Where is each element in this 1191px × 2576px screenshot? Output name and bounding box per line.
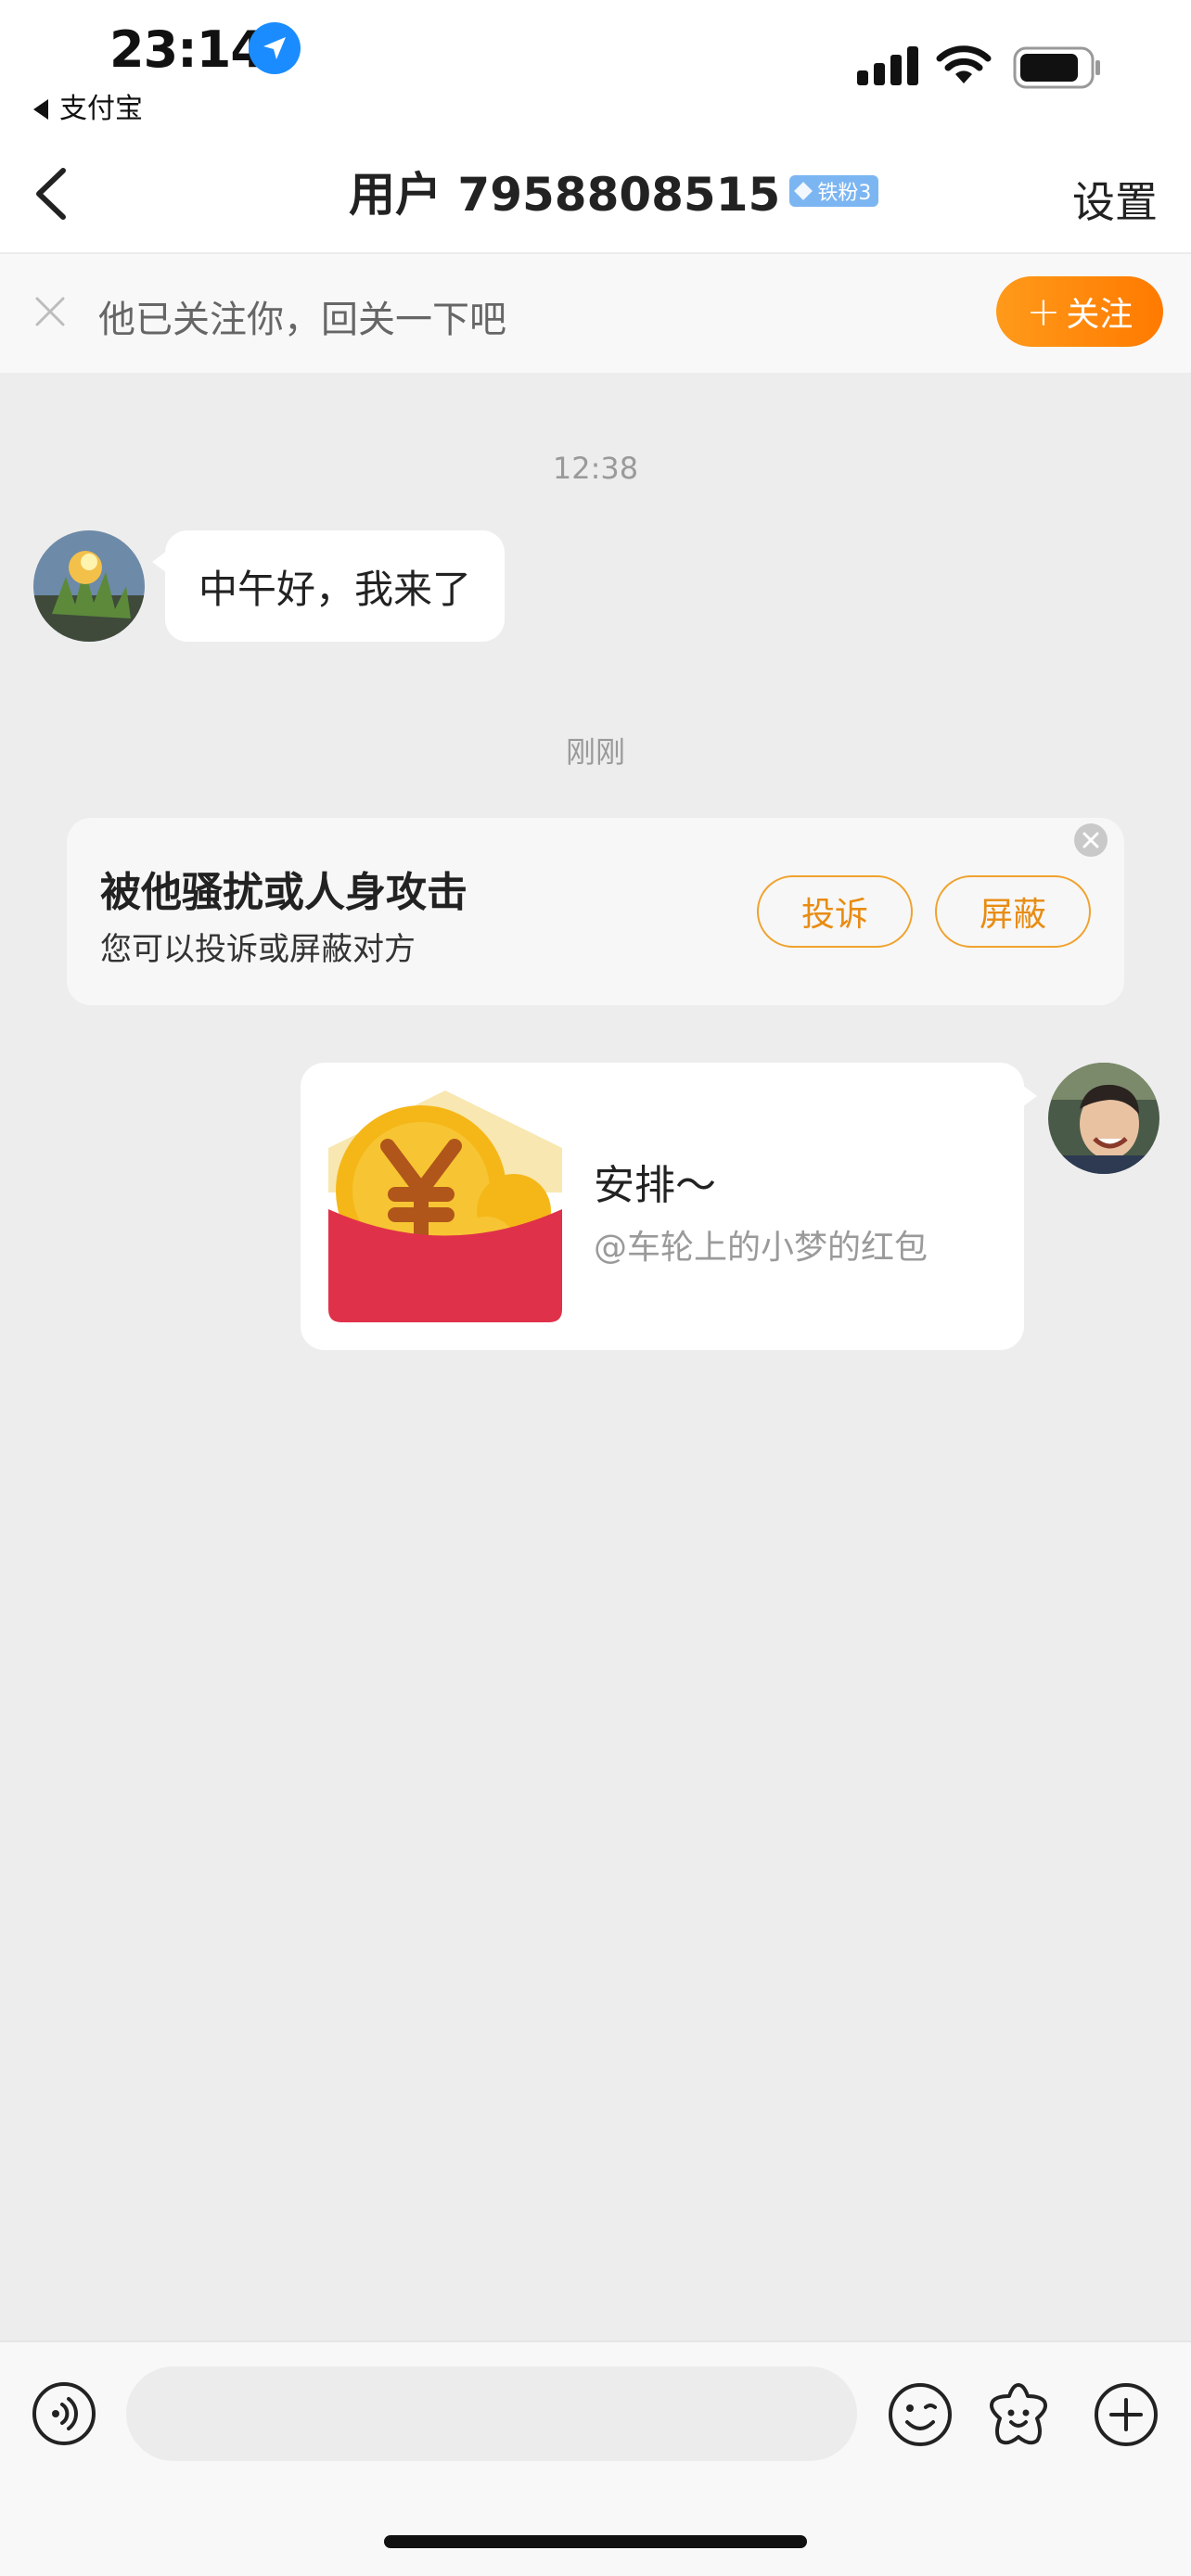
harassment-notice-card: 被他骚扰或人身攻击 您可以投诉或屏蔽对方 投诉 屏蔽 <box>67 818 1124 1005</box>
message-timestamp: 12:38 <box>552 451 639 486</box>
plus-icon: + <box>1026 287 1061 336</box>
cellular-signal-icon <box>857 46 918 85</box>
notice-subtitle: 您可以投诉或屏蔽对方 <box>100 931 416 968</box>
message-timestamp: 刚刚 <box>565 734 625 770</box>
wifi-icon <box>936 45 992 83</box>
notice-title: 被他骚扰或人身攻击 <box>100 869 467 916</box>
plus-icon[interactable] <box>1093 2381 1159 2448</box>
incoming-message-bubble[interactable]: 中午好，我来了 <box>151 530 506 642</box>
chevron-left-icon[interactable] <box>26 161 82 226</box>
page-title-group[interactable]: 用户 7958808515 铁粉3 <box>349 163 879 222</box>
diamond-icon <box>794 182 813 200</box>
block-button[interactable]: 屏蔽 <box>935 875 1091 948</box>
settings-button[interactable]: 设置 <box>1072 169 1158 230</box>
voice-icon[interactable] <box>32 2381 96 2446</box>
follow-button[interactable]: + 关注 <box>996 276 1163 347</box>
location-arrow-icon <box>249 22 301 74</box>
follow-back-banner: 他已关注你，回关一下吧 + 关注 <box>0 254 1191 373</box>
fan-level-badge: 铁粉3 <box>789 175 879 207</box>
red-packet-subtitle: @车轮上的小梦的红包 <box>594 1229 928 1267</box>
back-app-label: 支付宝 <box>59 93 143 125</box>
sticker-icon[interactable] <box>983 2379 1054 2450</box>
sender-avatar[interactable] <box>33 530 145 642</box>
follow-button-label: 关注 <box>1066 296 1133 334</box>
emoji-icon[interactable] <box>887 2381 954 2448</box>
status-time: 23:14 <box>109 20 265 79</box>
red-packet-message[interactable]: 安排～ @车轮上的小梦的红包 <box>301 1063 1037 1350</box>
report-button[interactable]: 投诉 <box>757 875 913 948</box>
battery-icon <box>1013 46 1100 89</box>
status-bar: 23:14 支付宝 <box>0 0 1191 139</box>
back-to-app[interactable]: 支付宝 <box>33 85 143 126</box>
page-title: 用户 7958808515 <box>349 168 781 222</box>
my-avatar[interactable] <box>1048 1063 1159 1174</box>
close-icon[interactable] <box>33 295 67 328</box>
red-packet-icon <box>328 1090 562 1322</box>
fan-badge-label: 铁粉3 <box>817 182 872 205</box>
message-input-bar <box>0 2340 1191 2576</box>
red-packet-title: 安排～ <box>594 1162 716 1209</box>
chat-header: 用户 7958808515 铁粉3 设置 <box>0 139 1191 254</box>
notice-close-icon[interactable] <box>1074 823 1108 857</box>
follow-back-text: 他已关注你，回关一下吧 <box>98 299 506 341</box>
back-triangle-icon <box>33 99 48 120</box>
home-indicator[interactable] <box>384 2535 807 2548</box>
message-input[interactable] <box>126 2366 857 2461</box>
